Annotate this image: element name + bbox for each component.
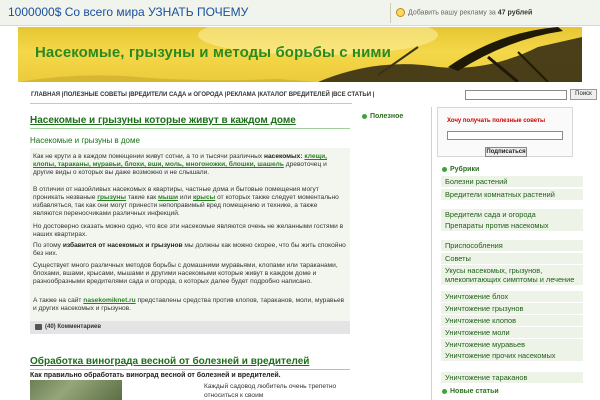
paragraph-2: В отличии от назойливых насекомых в квар… bbox=[33, 186, 348, 218]
mice-link[interactable]: мыши bbox=[158, 194, 178, 201]
rubric-item[interactable]: Советы bbox=[441, 253, 583, 264]
rubric-item[interactable]: Уничтожение муравьев bbox=[441, 339, 583, 350]
p4-text: По этому bbox=[33, 242, 61, 249]
site-link[interactable]: nasekomiknet.ru bbox=[83, 297, 135, 304]
rubric-item[interactable]: Приспособления bbox=[441, 240, 583, 251]
rubrics-heading: Рубрики bbox=[442, 166, 479, 173]
nav-divider bbox=[30, 103, 352, 104]
bullet-icon bbox=[442, 166, 447, 172]
rubric-item[interactable]: Болезни растений bbox=[441, 176, 583, 187]
rubric-item[interactable]: Уничтожение клопов bbox=[441, 315, 583, 326]
p1-text: Как не крути а в каждом помещении живут … bbox=[33, 153, 263, 160]
subscribe-email-input[interactable] bbox=[447, 131, 563, 140]
p2-mid: такие как bbox=[127, 194, 157, 201]
rodents-link[interactable]: грызуны bbox=[97, 194, 126, 201]
subscribe-label: Хочу получать полезные советы bbox=[447, 118, 546, 124]
subscribe-button[interactable]: Подписаться bbox=[485, 147, 527, 157]
topbar-divider bbox=[390, 3, 391, 23]
post2-excerpt: Каждый садовод любитель очень трепетно о… bbox=[204, 383, 337, 399]
rubric-item[interactable]: Препараты против насекомых bbox=[441, 220, 583, 231]
rubric-item[interactable]: Укусы насекомых, грызунов, млекопитающих… bbox=[441, 265, 583, 285]
rubric-item[interactable]: Уничтожение прочих насекомых bbox=[441, 350, 583, 361]
p2-or: или bbox=[179, 194, 192, 201]
post-title-divider-2 bbox=[30, 369, 350, 370]
add-ad-text: Добавить вашу рекламу за bbox=[408, 9, 496, 17]
rubric-item[interactable]: Уничтожение блох bbox=[441, 291, 583, 302]
rubric-item[interactable]: Вредители комнатных растений bbox=[441, 189, 583, 200]
p6-text: А также на сайт bbox=[33, 297, 82, 304]
useful-heading-text: Полезное bbox=[370, 113, 404, 120]
top-ad-bar: 1000000$ Со всего мира УЗНАТЬ ПОЧЕМУ Доб… bbox=[0, 0, 600, 26]
comments-link[interactable]: (40) Комментариев bbox=[45, 324, 101, 330]
paragraph-4: По этому избавится от насекомых и грызун… bbox=[33, 242, 348, 258]
rubric-item[interactable]: Уничтожение моли bbox=[441, 327, 583, 338]
paragraph-3: Но достоверно сказать можно одно, что вс… bbox=[33, 223, 344, 238]
grape-image bbox=[30, 380, 122, 400]
post-title-divider bbox=[30, 128, 350, 129]
post-subheading-2: Как правильно обработать виноград весной… bbox=[30, 372, 281, 379]
add-your-ad-link[interactable]: Добавить вашу рекламу за 47 рублей bbox=[396, 8, 532, 17]
rubric-item[interactable]: Уничтожение грызунов bbox=[441, 303, 583, 314]
coin-icon bbox=[396, 8, 405, 17]
rubrics-heading-text: Рубрики bbox=[450, 166, 480, 173]
new-posts-heading: Новые статьи bbox=[442, 388, 499, 395]
comment-icon bbox=[35, 324, 42, 330]
bullet-icon bbox=[362, 113, 367, 119]
new-posts-heading-text: Новые статьи bbox=[450, 388, 499, 395]
ad-price: 47 рублей bbox=[497, 9, 533, 17]
site-title[interactable]: Насекомые, грызуны и методы борьбы с ним… bbox=[35, 44, 391, 61]
rubric-item[interactable]: Вредители сада и огорода bbox=[441, 209, 583, 220]
search-input[interactable] bbox=[465, 90, 567, 100]
site-banner: Насекомые, грызуны и методы борьбы с ним… bbox=[18, 27, 582, 82]
comments-bar: (40) Комментариев bbox=[30, 321, 350, 334]
rats-link[interactable]: крысы bbox=[193, 194, 215, 201]
nav-links[interactable]: ГЛАВНАЯ |ПОЛЕЗНЫЕ СОВЕТЫ |ВРЕДИТЕЛИ САДА… bbox=[31, 92, 374, 98]
paragraph-5: Существует много различных методов борьб… bbox=[33, 262, 338, 285]
post-title-2[interactable]: Обработка винограда весной от болезней и… bbox=[30, 356, 309, 367]
p4-bold: избавится от насекомых и грызунов bbox=[62, 242, 183, 249]
p1-bold: насекомых: bbox=[264, 153, 303, 160]
subscribe-box: Хочу получать полезные советы Подписатьс… bbox=[437, 107, 573, 157]
useful-heading: Полезное bbox=[362, 113, 403, 120]
top-ad-link[interactable]: 1000000$ Со всего мира УЗНАТЬ ПОЧЕМУ bbox=[8, 5, 248, 19]
post-subheading: Насекомые и грызуны в доме bbox=[30, 136, 140, 145]
paragraph-6: А также на сайт nasekomiknet.ru представ… bbox=[33, 297, 348, 313]
main-nav: ГЛАВНАЯ |ПОЛЕЗНЫЕ СОВЕТЫ |ВРЕДИТЕЛИ САДА… bbox=[18, 89, 597, 102]
post-title[interactable]: Насекомые и грызуны которые живут в кажд… bbox=[30, 115, 296, 126]
bullet-icon bbox=[442, 388, 447, 394]
paragraph-1: Как не крути а в каждом помещении живут … bbox=[33, 153, 348, 177]
rubric-item[interactable]: Уничтожение тараканов bbox=[441, 372, 583, 383]
search-button[interactable]: Поиск bbox=[570, 89, 597, 100]
